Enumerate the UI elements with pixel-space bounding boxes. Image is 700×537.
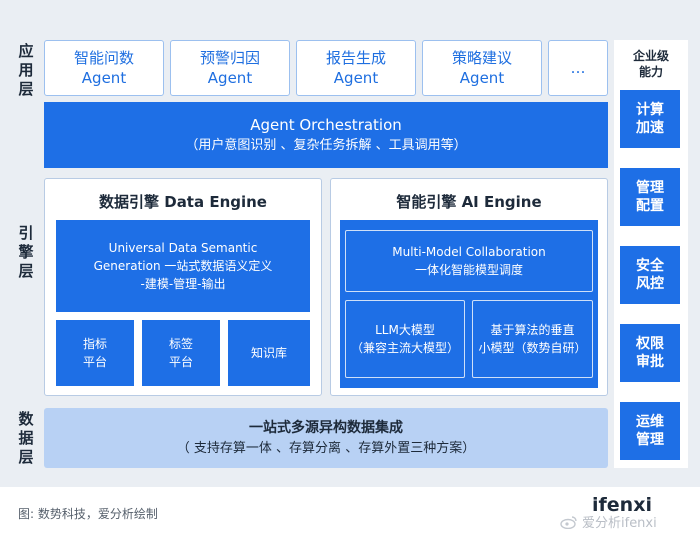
- capability-ops-management: 运维 管理: [620, 402, 680, 460]
- ellipsis: …: [570, 59, 586, 77]
- data-integration-title: 一站式多源异构数据集成: [249, 420, 403, 436]
- agent-box: 预警归因 Agent: [170, 40, 290, 96]
- enterprise-capability-title: 企业级 能力: [614, 40, 688, 88]
- capability-management-config: 管理 配置: [620, 168, 680, 226]
- weibo-icon: [560, 515, 577, 529]
- agent-orchestration: Agent Orchestration （用户意图识别 、复杂任务拆解 、工具调…: [44, 102, 608, 168]
- universal-data-semantic-box: Universal Data Semantic Generation 一站式数据…: [56, 220, 310, 312]
- agent-name: 智能问数: [73, 49, 134, 67]
- figure-caption: 图: 数势科技，爱分析绘制: [18, 507, 158, 521]
- data-integration-subtitle: （ 支持存算一体 、存算分离 、存算外置三种方案）: [176, 441, 476, 456]
- agent-box: 智能问数 Agent: [44, 40, 164, 96]
- agent-name: 策略建议: [451, 49, 512, 67]
- layer-label-data: 数据层: [18, 410, 34, 466]
- layer-label-engine: 引擎层: [18, 224, 34, 280]
- capability-compute-acceleration: 计算 加速: [620, 90, 680, 148]
- capability-security-risk: 安全 风控: [620, 246, 680, 304]
- orchestration-subtitle: （用户意图识别 、复杂任务拆解 、工具调用等）: [185, 138, 467, 153]
- ai-engine-title: 智能引擎 AI Engine: [396, 193, 542, 211]
- llm-text: LLM大模型 （兼容主流大模型）: [350, 323, 459, 355]
- vertical-model-text: 基于算法的垂直 小模型（数势自研）: [478, 323, 587, 355]
- orchestration-title: Agent Orchestration: [250, 116, 402, 134]
- data-engine-title: 数据引擎 Data Engine: [99, 193, 267, 211]
- knowledge-base-box: 知识库: [228, 320, 310, 386]
- watermark-text: 爱分析ifenxi: [582, 516, 657, 531]
- agent-name: 预警归因: [199, 49, 260, 67]
- capability-permission-approval: 权限 审批: [620, 324, 680, 382]
- agent-label: Agent: [81, 69, 127, 87]
- agent-name: 报告生成: [325, 49, 386, 67]
- weibo-watermark: 爱分析ifenxi: [560, 512, 657, 531]
- tag-platform-box: 标签 平台: [142, 320, 220, 386]
- metric-platform-box: 指标 平台: [56, 320, 134, 386]
- agent-label: Agent: [207, 69, 253, 87]
- agent-label: Agent: [459, 69, 505, 87]
- agent-box-more: …: [548, 40, 608, 96]
- agent-label: Agent: [333, 69, 379, 87]
- agent-box: 报告生成 Agent: [296, 40, 416, 96]
- data-integration-bar: 一站式多源异构数据集成 （ 支持存算一体 、存算分离 、存算外置三种方案）: [44, 408, 608, 468]
- layer-label-app: 应用层: [18, 42, 34, 98]
- agent-box: 策略建议 Agent: [422, 40, 542, 96]
- multi-model-text: Multi-Model Collaboration 一体化智能模型调度: [392, 245, 546, 277]
